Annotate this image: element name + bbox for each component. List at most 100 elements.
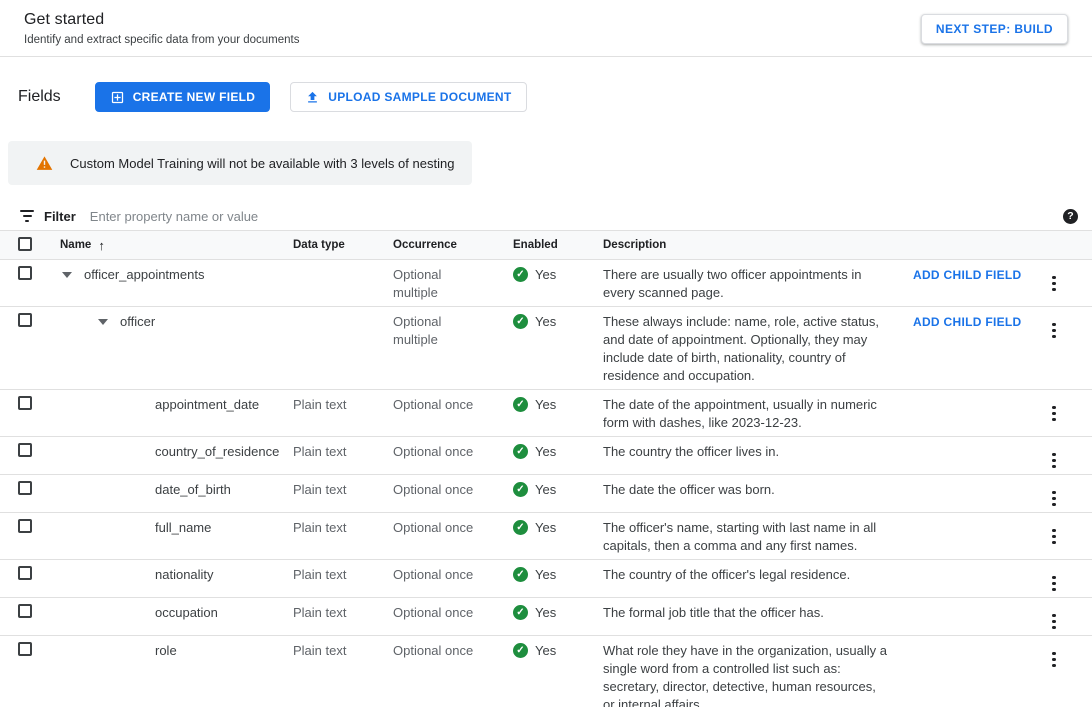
- field-name-label: occupation: [155, 604, 218, 622]
- row-menu-cell: [1035, 640, 1092, 669]
- kebab-menu-icon[interactable]: [1035, 319, 1062, 341]
- field-name-label: country_of_residence: [155, 443, 279, 461]
- table-row: full_name Plain text Optional once ✓ Yes…: [0, 513, 1092, 560]
- description-cell: The formal job title that the officer ha…: [595, 602, 905, 622]
- kebab-menu-icon[interactable]: [1035, 449, 1062, 471]
- field-name-label: nationality: [155, 566, 214, 584]
- check-circle-icon: ✓: [513, 605, 528, 620]
- sort-ascending-icon: ↑: [98, 238, 105, 253]
- field-name-label: date_of_birth: [155, 481, 231, 499]
- kebab-menu-icon[interactable]: [1035, 272, 1062, 294]
- help-icon[interactable]: ?: [1063, 209, 1078, 224]
- field-name-label: full_name: [155, 519, 211, 537]
- enabled-cell: ✓ Yes: [505, 479, 595, 499]
- row-action-cell: [905, 479, 1035, 481]
- enabled-label: Yes: [535, 313, 556, 331]
- occurrence-cell: Optional once: [385, 602, 485, 622]
- add-child-field-link[interactable]: ADD CHILD FIELD: [913, 312, 1022, 329]
- warning-text: Custom Model Training will not be availa…: [70, 156, 454, 171]
- table-row: occupation Plain text Optional once ✓ Ye…: [0, 598, 1092, 636]
- column-header-data-type: Data type: [285, 239, 385, 251]
- row-action-cell: [905, 441, 1035, 443]
- row-checkbox[interactable]: [18, 566, 32, 580]
- enabled-label: Yes: [535, 566, 556, 584]
- row-action-cell: [905, 517, 1035, 519]
- occurrence-cell: Optional multiple: [385, 311, 485, 349]
- row-menu-cell: [1035, 564, 1092, 593]
- table-row: officer_appointments Optional multiple ✓…: [0, 260, 1092, 307]
- column-header-name-label: Name: [60, 239, 91, 251]
- enabled-cell: ✓ Yes: [505, 441, 595, 461]
- row-checkbox[interactable]: [18, 443, 32, 457]
- enabled-cell: ✓ Yes: [505, 394, 595, 414]
- occurrence-cell: Optional once: [385, 479, 485, 499]
- filter-label: Filter: [44, 209, 76, 224]
- description-cell: The officer's name, starting with last n…: [595, 517, 905, 555]
- row-checkbox-cell: [0, 602, 48, 623]
- check-circle-icon: ✓: [513, 482, 528, 497]
- row-menu-cell: [1035, 517, 1092, 546]
- collapse-triangle-icon[interactable]: [98, 319, 108, 325]
- row-checkbox[interactable]: [18, 396, 32, 410]
- kebab-menu-icon[interactable]: [1035, 525, 1062, 547]
- field-name-label: officer: [120, 313, 155, 331]
- enabled-label: Yes: [535, 642, 556, 660]
- row-checkbox[interactable]: [18, 266, 32, 280]
- data-type-cell: Plain text: [285, 394, 385, 414]
- row-checkbox[interactable]: [18, 642, 32, 656]
- description-cell: There are usually two officer appointmen…: [595, 264, 905, 302]
- page-header-text: Get started Identify and extract specifi…: [24, 11, 300, 46]
- upload-icon: [305, 90, 320, 105]
- filter-input[interactable]: [90, 209, 1063, 224]
- data-type-cell: Plain text: [285, 479, 385, 499]
- warning-banner: Custom Model Training will not be availa…: [8, 141, 472, 185]
- row-checkbox[interactable]: [18, 604, 32, 618]
- row-checkbox[interactable]: [18, 519, 32, 533]
- kebab-menu-icon[interactable]: [1035, 487, 1062, 509]
- description-cell: The date of the appointment, usually in …: [595, 394, 905, 432]
- check-circle-icon: ✓: [513, 397, 528, 412]
- table-row: role Plain text Optional once ✓ Yes What…: [0, 636, 1092, 707]
- row-action-cell: ADD CHILD FIELD: [905, 311, 1035, 331]
- field-name-label: officer_appointments: [84, 266, 204, 284]
- column-header-description: Description: [595, 239, 905, 251]
- next-step-build-button[interactable]: NEXT STEP: BUILD: [921, 14, 1068, 44]
- column-header-occurrence: Occurrence: [385, 239, 505, 251]
- data-type-cell: [285, 311, 385, 313]
- table-row: country_of_residence Plain text Optional…: [0, 437, 1092, 475]
- enabled-cell: ✓ Yes: [505, 602, 595, 622]
- select-all-checkbox[interactable]: [18, 237, 32, 251]
- row-menu-cell: [1035, 311, 1092, 340]
- field-name-cell: role: [48, 640, 285, 660]
- check-circle-icon: ✓: [513, 314, 528, 329]
- upload-sample-document-button[interactable]: UPLOAD SAMPLE DOCUMENT: [290, 82, 526, 112]
- kebab-menu-icon[interactable]: [1035, 572, 1062, 594]
- warning-triangle-icon: [36, 155, 53, 172]
- collapse-triangle-icon[interactable]: [62, 272, 72, 278]
- enabled-cell: ✓ Yes: [505, 517, 595, 537]
- field-name-cell: officer: [48, 311, 285, 331]
- check-circle-icon: ✓: [513, 267, 528, 282]
- kebab-menu-icon[interactable]: [1035, 402, 1062, 424]
- row-checkbox-cell: [0, 441, 48, 462]
- occurrence-cell: Optional once: [385, 517, 485, 537]
- enabled-cell: ✓ Yes: [505, 311, 595, 331]
- kebab-menu-icon[interactable]: [1035, 648, 1062, 670]
- enabled-cell: ✓ Yes: [505, 564, 595, 584]
- enabled-label: Yes: [535, 604, 556, 622]
- kebab-menu-icon[interactable]: [1035, 610, 1062, 632]
- field-name-cell: full_name: [48, 517, 285, 537]
- fields-section-title: Fields: [18, 88, 61, 106]
- table-row: officer Optional multiple ✓ Yes These al…: [0, 307, 1092, 390]
- create-new-field-button[interactable]: CREATE NEW FIELD: [95, 82, 271, 112]
- column-header-name[interactable]: Name ↑: [48, 238, 285, 253]
- enabled-cell: ✓ Yes: [505, 640, 595, 660]
- add-child-field-link[interactable]: ADD CHILD FIELD: [913, 265, 1022, 282]
- row-checkbox[interactable]: [18, 481, 32, 495]
- row-menu-cell: [1035, 441, 1092, 470]
- field-name-cell: nationality: [48, 564, 285, 584]
- row-checkbox[interactable]: [18, 313, 32, 327]
- description-cell: These always include: name, role, active…: [595, 311, 905, 385]
- row-checkbox-cell: [0, 479, 48, 500]
- occurrence-cell: Optional once: [385, 564, 485, 584]
